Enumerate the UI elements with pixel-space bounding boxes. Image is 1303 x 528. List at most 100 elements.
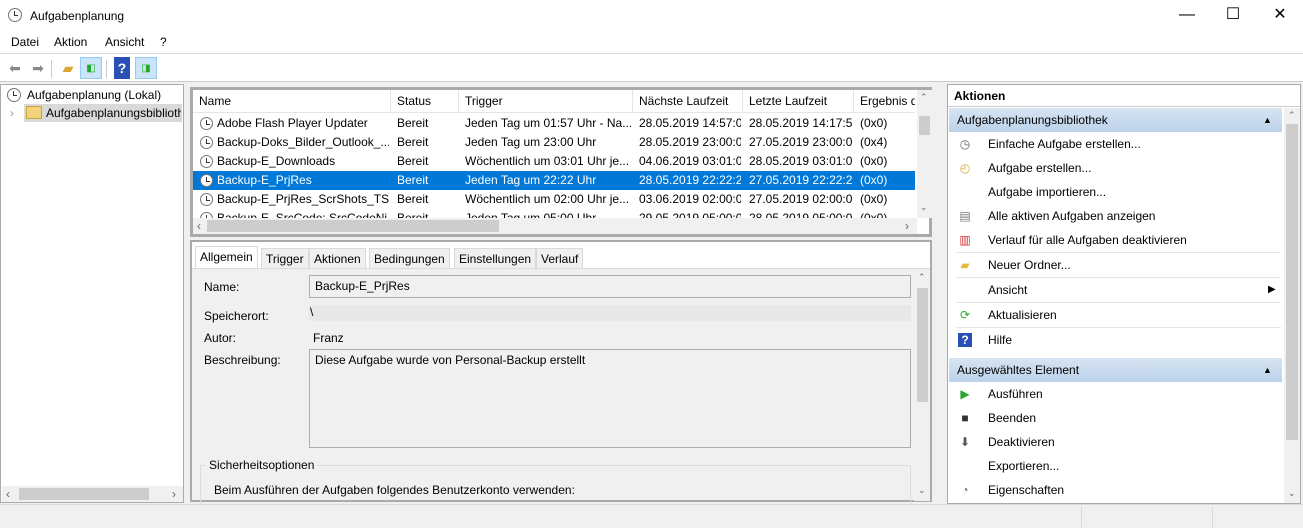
menu-aktion[interactable]: Aktion <box>54 35 87 49</box>
collapse-icon[interactable]: ▲ <box>1263 358 1272 382</box>
action-label: Einfache Aufgabe erstellen... <box>988 137 1141 151</box>
task-cell: Bereit <box>397 116 429 130</box>
action-item[interactable]: ▰ Neuer Ordner... <box>956 253 1281 277</box>
tree-horizontal-scrollbar[interactable]: ‹ › <box>2 486 183 502</box>
column-last-result[interactable]: Ergebnis der letzten Ausführung <box>854 90 915 113</box>
console-tree: Aufgabenplanung (Lokal) › Aufgabenplanun… <box>0 84 184 503</box>
location-value: \ <box>309 305 911 321</box>
column-last-run[interactable]: Letzte Laufzeit <box>743 90 854 113</box>
run-icon: ▶ <box>960 387 970 401</box>
column-trigger[interactable]: Trigger <box>459 90 633 113</box>
action-label: Exportieren... <box>988 459 1060 473</box>
location-label: Speicherort: <box>204 309 269 323</box>
column-next-run[interactable]: Nächste Laufzeit <box>633 90 743 113</box>
action-label: Aktualisieren <box>988 308 1057 322</box>
tab-aktionen[interactable]: Aktionen <box>309 248 366 268</box>
action-item[interactable]: ▶ Ausführen <box>956 382 1281 406</box>
action-label: Neuer Ordner... <box>988 258 1071 272</box>
forward-arrow-icon[interactable]: ➡ <box>27 57 49 79</box>
menu-bar: Datei Aktion Ansicht ? <box>0 32 1303 54</box>
action-item[interactable]: Aufgabe importieren... <box>956 180 1281 204</box>
refresh-icon: ⟳ <box>959 308 971 322</box>
action-item[interactable]: Ansicht ▶ <box>956 278 1281 302</box>
task-row[interactable]: Backup-E_SrcCode: SrcCodeNi... Bereit Jede… <box>193 209 915 218</box>
maximize-button[interactable]: ☐ <box>1210 0 1256 32</box>
minimize-button[interactable]: — <box>1164 0 1210 32</box>
actions-title: Aktionen <box>948 85 1300 107</box>
task-list-vertical-scrollbar[interactable]: ⌃ ⌄ <box>917 90 932 218</box>
back-arrow-icon[interactable]: ⬅ <box>4 57 26 79</box>
action-item[interactable]: Exportieren... <box>956 454 1281 478</box>
tab-allgemein[interactable]: Allgemein <box>195 246 258 269</box>
help-icon[interactable]: ? <box>114 57 130 79</box>
column-status[interactable]: Status <box>391 90 459 113</box>
action-label: Ansicht <box>988 283 1028 297</box>
column-name[interactable]: Name <box>193 90 391 113</box>
task-row[interactable]: Backup-E_Downloads Bereit Wöchentlich um 0… <box>193 152 915 171</box>
action-item[interactable]: ◔ Eigenschaften <box>956 478 1281 502</box>
task-row[interactable]: Adobe Flash Player Updater Bereit Jeden Ta… <box>193 114 915 133</box>
description-field[interactable]: Diese Aufgabe wurde von Personal-Backup … <box>309 349 911 448</box>
task-cell: Jeden Tag um 22:22 Uhr <box>465 173 597 187</box>
close-button[interactable]: ✕ <box>1257 0 1303 32</box>
collapse-icon[interactable]: ▲ <box>1263 108 1272 132</box>
action-item[interactable]: ⬇ Deaktivieren <box>956 430 1281 454</box>
toolbar-separator <box>51 60 52 78</box>
task-clock-icon <box>200 155 213 168</box>
tab-panel-allgemein: Name: Backup-E_PrjRes Speicherort: \ Aut… <box>192 268 930 505</box>
task-clock-icon <box>200 136 213 149</box>
actions-vertical-scrollbar[interactable]: ⌃ ⌄ <box>1284 108 1300 503</box>
task-row[interactable]: Backup-E_PrjRes_ScrShots_TSh... Bereit Wöc… <box>193 190 915 209</box>
task-cell: Backup-E_PrjRes <box>217 173 312 187</box>
action-label: Deaktivieren <box>988 435 1055 449</box>
task-cell: 27.05.2019 22:22:22 <box>749 173 852 187</box>
tab-trigger[interactable]: Trigger <box>261 248 309 268</box>
task-row[interactable]: Backup-Doks_Bilder_Outlook_... Bereit Jede… <box>193 133 915 152</box>
action-item[interactable]: ▥ Verlauf für alle Aufgaben deaktivieren <box>956 228 1281 252</box>
task-cell: Bereit <box>397 192 429 206</box>
create-task-icon: ◴ <box>959 161 971 175</box>
task-scheduler-icon <box>7 88 21 102</box>
action-label: Hilfe <box>988 333 1013 347</box>
tree-item-library[interactable]: Aufgabenplanungsbibliothek <box>24 104 182 122</box>
active-tasks-icon: ▤ <box>959 209 971 223</box>
action-item[interactable]: ▤ Alle aktiven Aufgaben anzeigen <box>956 204 1281 228</box>
menu-help[interactable]: ? <box>160 35 167 49</box>
task-cell: 03.06.2019 02:00:00 <box>639 192 741 206</box>
action-item[interactable]: ? Hilfe <box>956 328 1281 352</box>
details-vertical-scrollbar[interactable]: ⌃ ⌄ <box>914 269 930 501</box>
section-library[interactable]: Aufgabenplanungsbibliothek ▲ <box>949 108 1282 132</box>
tab-verlauf[interactable]: Verlauf <box>536 248 584 268</box>
show-hide-action-pane-icon[interactable]: ◨ <box>135 57 157 79</box>
action-item[interactable]: ◴ Aufgabe erstellen... <box>956 156 1281 180</box>
task-clock-icon <box>200 193 213 206</box>
window-title: Aufgabenplanung <box>30 9 125 23</box>
name-field[interactable]: Backup-E_PrjRes <box>309 275 911 298</box>
task-row[interactable]: Backup-E_PrjRes Bereit Jeden Tag um 22:22 … <box>193 171 915 190</box>
menu-datei[interactable]: Datei <box>11 35 39 49</box>
create-basic-task-icon: ◷ <box>959 137 971 151</box>
action-item[interactable]: ■ Beenden <box>956 406 1281 430</box>
task-cell: 04.06.2019 03:01:00 <box>639 154 741 168</box>
task-cell: 27.05.2019 23:00:00 <box>749 135 852 149</box>
task-cell: 28.05.2019 14:17:53 <box>749 116 852 130</box>
action-label: Alle aktiven Aufgaben anzeigen <box>988 209 1156 223</box>
task-cell: Wöchentlich um 03:01 Uhr je... <box>465 154 630 168</box>
action-item[interactable]: ◷ Einfache Aufgabe erstellen... <box>956 132 1281 156</box>
tree-root[interactable]: Aufgabenplanung (Lokal) <box>27 88 161 102</box>
expand-chevron-icon[interactable]: › <box>10 106 14 120</box>
tab-bedingungen[interactable]: Bedingungen <box>369 248 450 268</box>
section-selected-item[interactable]: Ausgewähltes Element ▲ <box>949 358 1282 382</box>
properties-icon: ◔ <box>961 483 969 497</box>
history-icon: ▥ <box>959 233 971 247</box>
task-cell: 28.05.2019 23:00:00 <box>639 135 741 149</box>
tab-einstellungen[interactable]: Einstellungen <box>454 248 537 268</box>
action-item[interactable]: ⟳ Aktualisieren <box>956 303 1281 327</box>
menu-ansicht[interactable]: Ansicht <box>105 35 144 49</box>
task-list-horizontal-scrollbar[interactable]: ‹ › <box>193 218 917 234</box>
action-label: Aufgabe importieren... <box>988 185 1107 199</box>
folder-up-icon[interactable]: ▰ <box>57 57 79 79</box>
task-cell: Bereit <box>397 173 429 187</box>
task-cell: (0x0) <box>860 173 888 187</box>
show-hide-console-tree-icon[interactable]: ◧ <box>80 57 102 79</box>
